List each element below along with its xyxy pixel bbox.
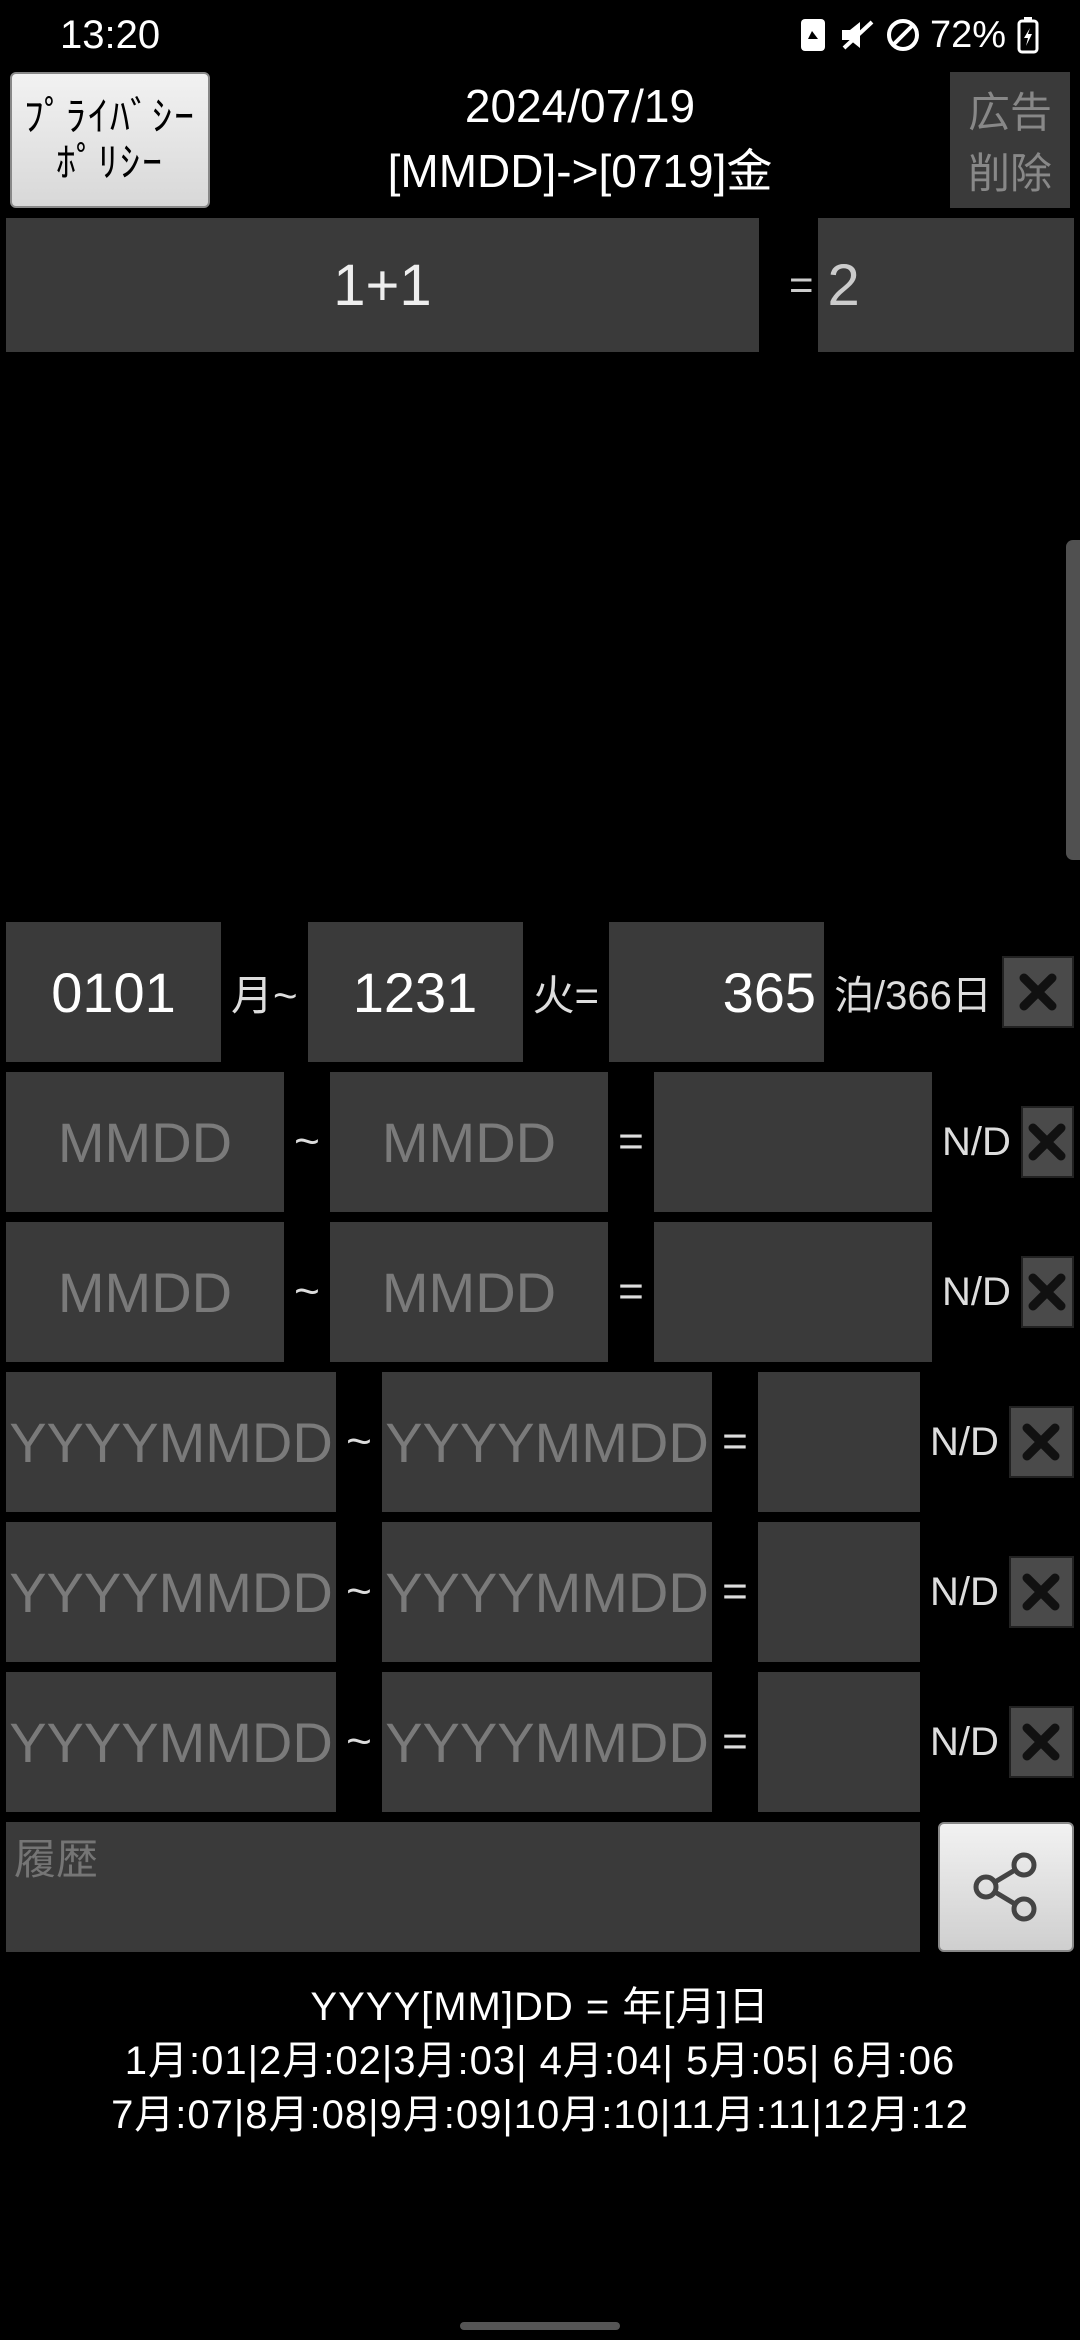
ad-l2: 削除 <box>968 140 1052 201</box>
date-rows: 月~ 火= 泊/366日 ~ = N/D ~ = N/D ~ <box>0 920 1080 1814</box>
end-date-5[interactable] <box>382 1522 712 1662</box>
eq-4: = <box>722 1417 748 1467</box>
days-result-1[interactable] <box>609 922 824 1062</box>
days-result-2[interactable] <box>654 1072 932 1212</box>
privacy-l1: ﾌﾟﾗｲﾊﾞｼｰ <box>24 94 196 140</box>
nd-2: N/D <box>942 1120 1011 1165</box>
eq-5: = <box>722 1567 748 1617</box>
end-date-6[interactable] <box>382 1672 712 1812</box>
start-date-4[interactable] <box>6 1372 336 1512</box>
days-result-4[interactable] <box>758 1372 920 1512</box>
range-row-2: ~ = N/D <box>6 1070 1074 1214</box>
end-weekday-1: 火= <box>533 962 600 1023</box>
status-bar: 13:20 72% <box>0 0 1080 70</box>
privacy-l2: ﾎﾟﾘｼｰ <box>56 140 164 186</box>
clear-button-5[interactable] <box>1009 1556 1074 1628</box>
days-result-5[interactable] <box>758 1522 920 1662</box>
clear-button-1[interactable] <box>1002 956 1074 1028</box>
status-time: 13:20 <box>60 13 160 58</box>
share-button[interactable] <box>938 1822 1074 1952</box>
nd-3: N/D <box>942 1270 1011 1315</box>
format-line: [MMDD]->[0719]金 <box>388 135 773 201</box>
range-row-5: ~ = N/D <box>6 1520 1074 1664</box>
empty-area <box>0 360 1080 920</box>
share-icon <box>966 1847 1046 1927</box>
close-icon <box>1023 1118 1071 1166</box>
close-icon <box>1017 1568 1065 1616</box>
start-date-5[interactable] <box>6 1522 336 1662</box>
days-suffix-1: 泊/366日 <box>834 963 992 1021</box>
range-row-3: ~ = N/D <box>6 1220 1074 1364</box>
start-weekday-1: 月~ <box>231 962 298 1023</box>
nd-5: N/D <box>930 1570 999 1615</box>
calc-result[interactable]: 2 <box>818 218 1074 352</box>
privacy-policy-button[interactable]: ﾌﾟﾗｲﾊﾞｼｰ ﾎﾟﾘｼｰ <box>10 72 210 208</box>
clear-button-6[interactable] <box>1009 1706 1074 1778</box>
start-date-3[interactable] <box>6 1222 284 1362</box>
dnd-icon <box>886 18 920 52</box>
days-result-6[interactable] <box>758 1672 920 1812</box>
end-date-3[interactable] <box>330 1222 608 1362</box>
scroll-thumb[interactable] <box>1066 540 1080 860</box>
nd-6: N/D <box>930 1720 999 1765</box>
days-result-3[interactable] <box>654 1222 932 1362</box>
legend-l1: YYYY[MM]DD = 年[月]日 <box>0 1980 1080 2034</box>
clear-button-4[interactable] <box>1009 1406 1074 1478</box>
start-date-6[interactable] <box>6 1672 336 1812</box>
card-icon <box>798 17 828 53</box>
sep-4: ~ <box>346 1417 372 1467</box>
range-row-4: ~ = N/D <box>6 1370 1074 1514</box>
legend-l2: 1月:01|2月:02|3月:03| 4月:04| 5月:05| 6月:06 <box>0 2034 1080 2088</box>
equals-sign: = <box>789 261 814 309</box>
calc-row: = 2 <box>0 210 1080 360</box>
remove-ads-button[interactable]: 広告 削除 <box>950 72 1070 208</box>
close-icon <box>1014 968 1062 1016</box>
footer-legend: YYYY[MM]DD = 年[月]日 1月:01|2月:02|3月:03| 4月… <box>0 1960 1080 2142</box>
sep-3: ~ <box>294 1267 320 1317</box>
sep-2: ~ <box>294 1117 320 1167</box>
date-line: 2024/07/19 <box>465 79 695 133</box>
close-icon <box>1023 1268 1071 1316</box>
eq-3: = <box>618 1267 644 1317</box>
range-row-1: 月~ 火= 泊/366日 <box>6 920 1074 1064</box>
close-icon <box>1017 1718 1065 1766</box>
mute-icon <box>838 18 876 52</box>
range-row-6: ~ = N/D <box>6 1670 1074 1814</box>
calc-expression-input[interactable] <box>6 218 759 352</box>
legend-l3: 7月:07|8月:08|9月:09|10月:10|11月:11|12月:12 <box>0 2088 1080 2142</box>
nd-4: N/D <box>930 1420 999 1465</box>
battery-icon <box>1016 16 1040 54</box>
end-date-4[interactable] <box>382 1372 712 1512</box>
eq-6: = <box>722 1717 748 1767</box>
battery-text: 72% <box>930 14 1006 57</box>
ad-l1: 広告 <box>968 79 1052 140</box>
end-date-1[interactable] <box>308 922 523 1062</box>
clear-button-2[interactable] <box>1021 1106 1074 1178</box>
header-row: ﾌﾟﾗｲﾊﾞｼｰ ﾎﾟﾘｼｰ 2024/07/19 [MMDD]->[0719]… <box>0 70 1080 210</box>
title-block: 2024/07/19 [MMDD]->[0719]金 <box>210 70 950 210</box>
history-field[interactable] <box>6 1822 920 1952</box>
eq-2: = <box>618 1117 644 1167</box>
sep-5: ~ <box>346 1567 372 1617</box>
start-date-2[interactable] <box>6 1072 284 1212</box>
home-indicator[interactable] <box>460 2322 620 2330</box>
start-date-1[interactable] <box>6 922 221 1062</box>
clear-button-3[interactable] <box>1021 1256 1074 1328</box>
status-icons: 72% <box>798 14 1040 57</box>
end-date-2[interactable] <box>330 1072 608 1212</box>
close-icon <box>1017 1418 1065 1466</box>
history-row <box>0 1814 1080 1960</box>
sep-6: ~ <box>346 1717 372 1767</box>
